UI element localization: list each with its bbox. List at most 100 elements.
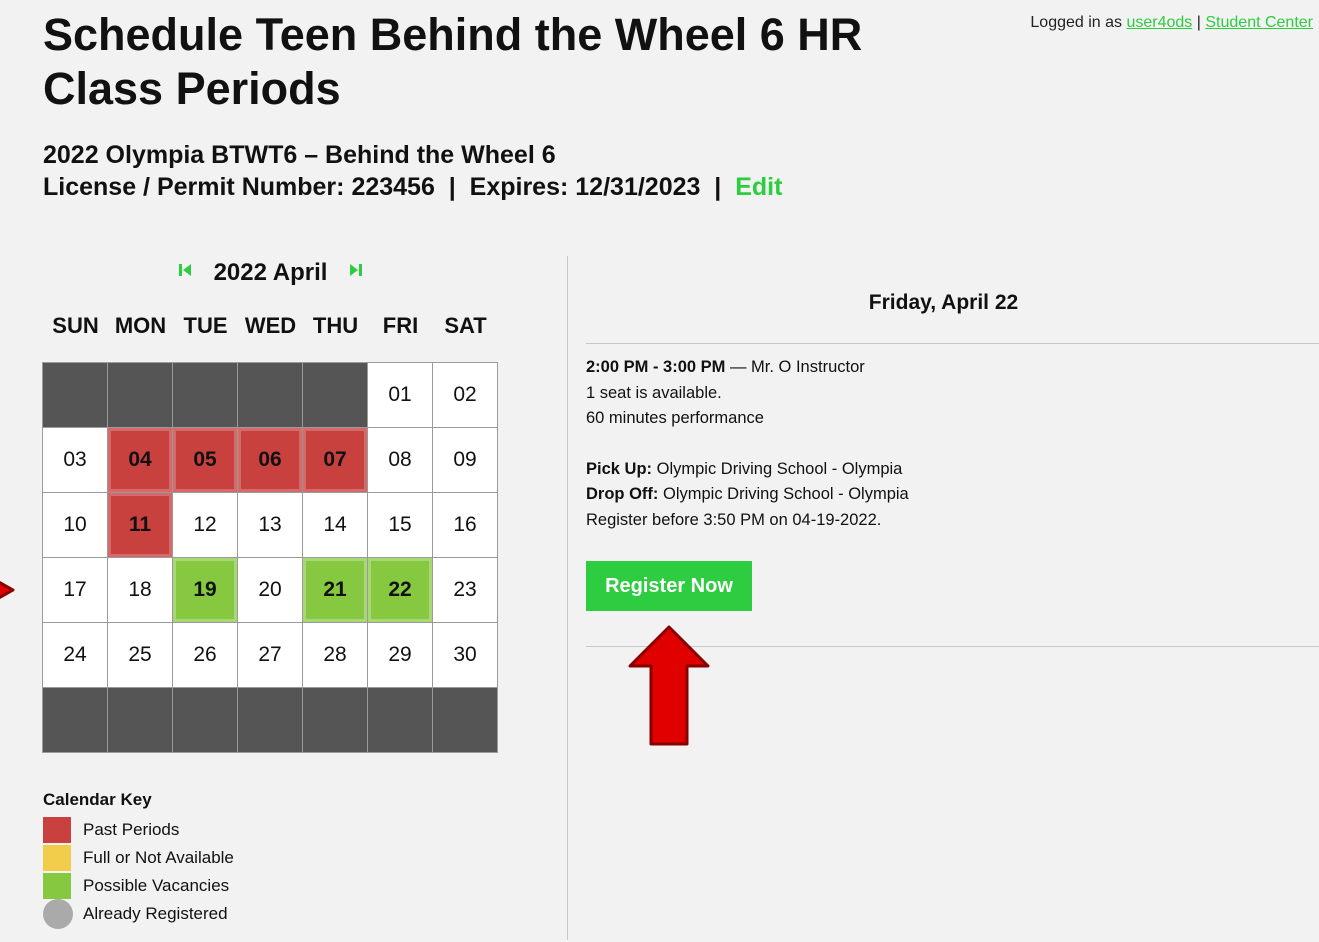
weekday-mon: MON (114, 313, 167, 338)
login-prefix: Logged in as (1030, 14, 1123, 31)
calendar-empty-cell (238, 688, 303, 753)
pickup-label: Pick Up: (586, 459, 653, 478)
calendar-day-04: 04 (108, 428, 173, 493)
login-separator: | (1196, 14, 1201, 31)
calendar-day-25: 25 (108, 623, 173, 688)
calendar-day-19[interactable]: 19 (173, 558, 238, 623)
calendar-day-10: 10 (43, 493, 108, 558)
calendar-empty-cell (303, 688, 368, 753)
calendar-empty-cell (108, 363, 173, 428)
period-duration: 60 minutes performance (586, 409, 764, 427)
license-line: License / Permit Number: 223456 | Expire… (43, 173, 783, 201)
calendar-empty-cell (43, 363, 108, 428)
first-page-icon[interactable] (178, 262, 192, 284)
calendar-day-28: 28 (303, 623, 368, 688)
pickup-line: Pick Up: Olympic Driving School - Olympi… (586, 457, 909, 483)
calendar-day-30: 30 (433, 623, 498, 688)
calendar-header: 2022 April (43, 255, 498, 291)
calendar-day-09: 09 (433, 428, 498, 493)
calendar-key: Calendar Key Past Periods Full or Not Ava… (43, 790, 234, 929)
selected-day-title: Friday, April 22 (868, 291, 1019, 314)
period-details: 2:00 PM - 3:00 PM — Mr. O Instructor 1 s… (586, 355, 909, 533)
calendar-day-07: 07 (303, 428, 368, 493)
calendar-day-21[interactable]: 21 (303, 558, 368, 623)
key-swatch (43, 845, 71, 871)
pickup-location: Olympic Driving School - Olympia (652, 459, 903, 478)
calendar-day-27: 27 (238, 623, 303, 688)
dropoff-line: Drop Off: Olympic Driving School - Olymp… (586, 482, 909, 508)
username-link[interactable]: user4ods (1126, 14, 1192, 31)
calendar-day-17: 17 (43, 558, 108, 623)
calendar-day-20: 20 (238, 558, 303, 623)
weekday-tue: TUE (183, 313, 228, 338)
calendar-empty-cell (303, 363, 368, 428)
calendar-day-14: 14 (303, 493, 368, 558)
key-label: Possible Vacancies (83, 876, 230, 895)
expires-date: 12/31/2023 (575, 173, 701, 201)
calendar-day-02: 02 (433, 363, 498, 428)
calendar-day-18: 18 (108, 558, 173, 623)
period-time-line: 2:00 PM - 3:00 PM — Mr. O Instructor (586, 355, 909, 381)
calendar-day-05: 05 (173, 428, 238, 493)
calendar-day-13: 13 (238, 493, 303, 558)
dropoff-location: Olympic Driving School - Olympia (658, 485, 909, 503)
course-name: 2022 Olympia BTWT6 – Behind the Wheel 6 (43, 141, 556, 169)
calendar-empty-cell (43, 688, 108, 753)
weekday-sun: SUN (52, 313, 99, 338)
key-label: Past Periods (83, 820, 180, 839)
calendar-key-item: Already Registered (43, 899, 234, 929)
column-divider (567, 256, 568, 940)
calendar-day-06: 06 (238, 428, 303, 493)
dropoff-label: Drop Off: (586, 485, 659, 503)
calendar-day-15: 15 (368, 493, 433, 558)
weekday-sat: SAT (444, 313, 487, 338)
page-title: Schedule Teen Behind the Wheel 6 HR Clas… (43, 9, 863, 114)
register-deadline: Register before 3:50 PM on 04-19-2022. (586, 510, 882, 529)
weekday-wed: WED (244, 313, 297, 338)
edit-link[interactable]: Edit (735, 173, 782, 201)
calendar-month-label: 2022 April (213, 259, 328, 286)
annotation-arrow-up-icon (628, 625, 710, 746)
calendar-day-12: 12 (173, 493, 238, 558)
detail-divider-top (586, 343, 1319, 344)
calendar-empty-cell (173, 688, 238, 753)
key-swatch (43, 873, 71, 899)
calendar-empty-cell (238, 363, 303, 428)
weekday-header: SUN MON TUE WED THU FRI SAT (43, 313, 498, 339)
calendar-empty-cell (433, 688, 498, 753)
calendar-day-01: 01 (368, 363, 433, 428)
weekday-thu: THU (312, 313, 359, 338)
calendar-day-16: 16 (433, 493, 498, 558)
license-label: License / Permit Number: (43, 173, 345, 201)
calendar-key-item: Past Periods (43, 816, 234, 844)
key-swatch (43, 899, 73, 929)
register-now-button[interactable]: Register Now (586, 561, 752, 611)
period-time: 2:00 PM - 3:00 PM (586, 358, 726, 376)
license-number: 223456 (351, 173, 435, 201)
key-label: Already Registered (83, 904, 228, 923)
period-instructor: — Mr. O Instructor (725, 358, 865, 376)
calendar-day-23: 23 (433, 558, 498, 623)
expires-label: Expires: (469, 173, 569, 201)
last-page-icon[interactable] (349, 262, 363, 284)
calendar-empty-cell (108, 688, 173, 753)
login-bar: Logged in as user4ods | Student Center (1030, 14, 1313, 32)
key-label: Full or Not Available (83, 848, 234, 867)
student-center-link[interactable]: Student Center (1205, 14, 1313, 31)
calendar-key-item: Full or Not Available (43, 844, 234, 872)
course-info: 2022 Olympia BTWT6 – Behind the Wheel 6 … (43, 139, 782, 203)
calendar-day-03: 03 (43, 428, 108, 493)
calendar-key-item: Possible Vacancies (43, 872, 234, 900)
calendar-empty-cell (368, 688, 433, 753)
seat-availability: 1 seat is available. (586, 383, 722, 402)
calendar-day-11: 11 (108, 493, 173, 558)
annotation-arrow-right-icon (0, 581, 15, 599)
weekday-fri: FRI (382, 313, 419, 338)
calendar-empty-cell (173, 363, 238, 428)
calendar-day-22[interactable]: 22 (368, 558, 433, 623)
key-swatch (43, 817, 71, 843)
calendar-key-title: Calendar Key (43, 790, 152, 809)
calendar-grid: 01 02 03 04 05 06 07 08 09 10 11 12 13 14 15 16 17 18 19 20… (42, 362, 498, 753)
calendar-day-08: 08 (368, 428, 433, 493)
calendar-day-24: 24 (43, 623, 108, 688)
